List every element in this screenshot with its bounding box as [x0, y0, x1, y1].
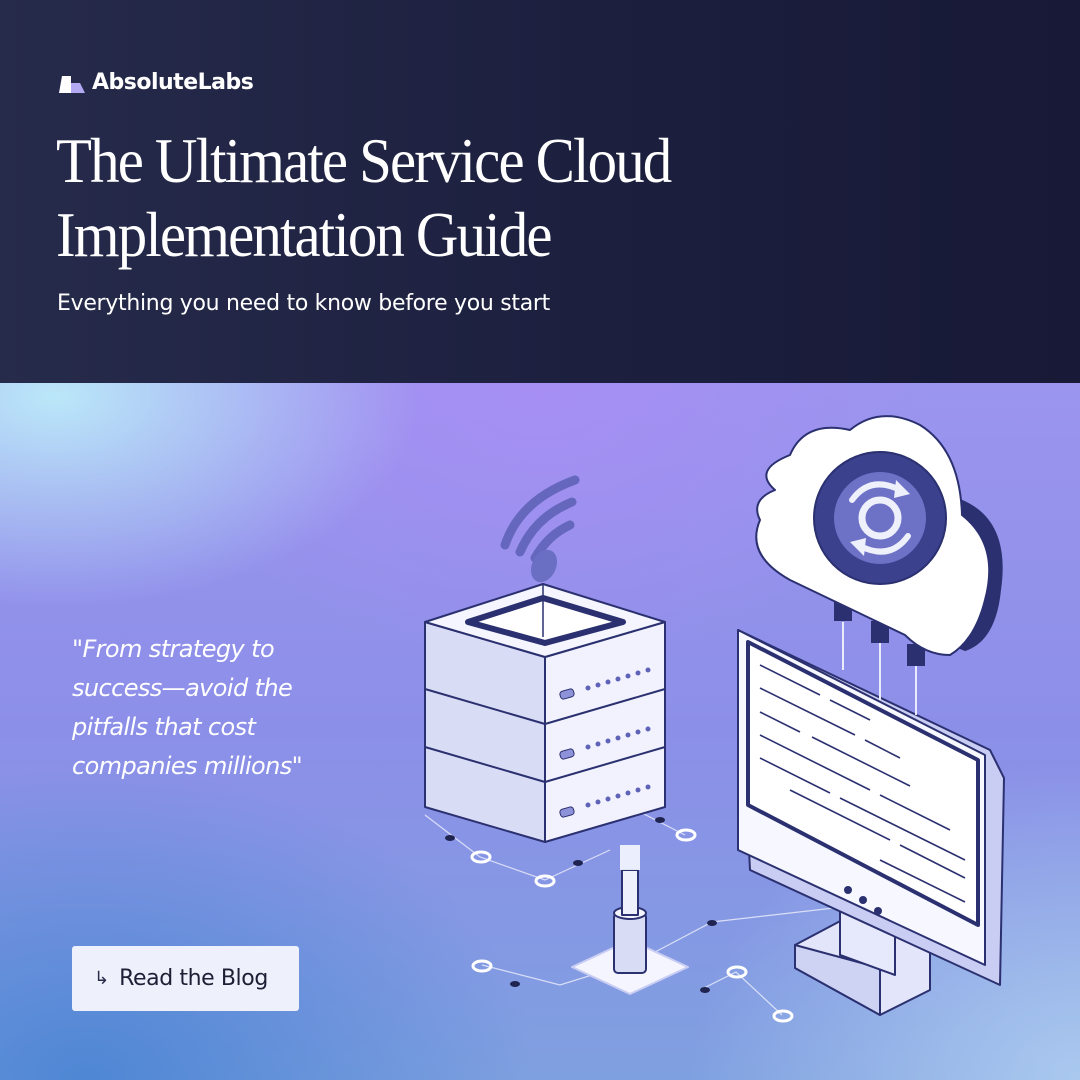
- title-line-1: The Ultimate Service Cloud: [56, 125, 672, 196]
- header-banner: AbsoluteLabs The Ultimate Service Cloud …: [0, 0, 1080, 383]
- read-blog-label: Read the Blog: [119, 966, 268, 991]
- quote-line-1: "From strategy to: [72, 635, 275, 663]
- quote-text: "From strategy to success—avoid the pitf…: [72, 630, 372, 786]
- title-line-2: Implementation Guide: [56, 199, 552, 270]
- quote-line-3: pitfalls that cost: [72, 713, 256, 741]
- page-subtitle: Everything you need to know before you s…: [57, 291, 550, 316]
- absolutelabs-logo-icon: [59, 75, 85, 93]
- quote-line-2: success—avoid the: [72, 674, 293, 702]
- quote-line-4: companies millions": [72, 752, 303, 780]
- read-blog-button[interactable]: ↳ Read the Blog: [72, 946, 299, 1011]
- return-arrow-icon: ↳: [94, 968, 110, 989]
- brand-logo[interactable]: AbsoluteLabs: [58, 70, 254, 95]
- brand-name: AbsoluteLabs: [92, 70, 254, 95]
- page-title: The Ultimate Service Cloud Implementatio…: [56, 124, 700, 272]
